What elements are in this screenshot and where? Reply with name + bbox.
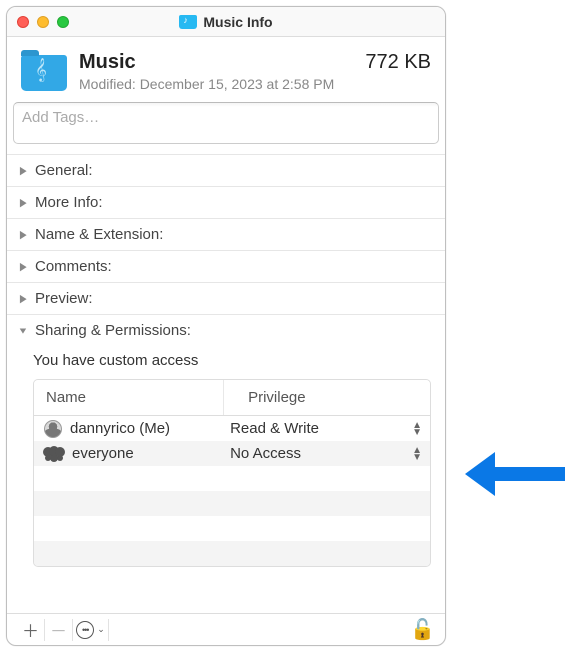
- action-menu-button[interactable]: ••• ⌄: [73, 619, 109, 641]
- traffic-lights: [17, 16, 69, 28]
- minimize-window-button[interactable]: [37, 16, 49, 28]
- zoom-window-button[interactable]: [57, 16, 69, 28]
- chevron-right-icon: [17, 293, 29, 305]
- lock-open-icon: 🔓: [410, 619, 435, 641]
- table-row[interactable]: everyone No Access: [34, 441, 430, 466]
- privilege-popup[interactable]: No Access: [224, 445, 430, 462]
- add-button[interactable]: ＋: [17, 619, 45, 641]
- updown-icon: [412, 422, 422, 436]
- folder-proxy-icon: [179, 15, 197, 29]
- music-folder-icon: [21, 55, 67, 91]
- section-label: General:: [35, 162, 93, 179]
- row-privilege: No Access: [230, 445, 301, 462]
- sections: General: More Info: Name & Extension: Co…: [7, 154, 445, 575]
- chevron-right-icon: [17, 261, 29, 273]
- close-window-button[interactable]: [17, 16, 29, 28]
- updown-icon: [412, 447, 422, 461]
- chevron-right-icon: [17, 165, 29, 177]
- table-row[interactable]: dannyrico (Me) Read & Write: [34, 416, 430, 441]
- item-modified: Modified: December 15, 2023 at 2:58 PM: [79, 76, 431, 92]
- chevron-down-icon: [17, 325, 29, 337]
- permissions-body: You have custom access Name Privilege da…: [7, 346, 445, 575]
- column-header-name[interactable]: Name: [34, 380, 224, 415]
- chevron-right-icon: [17, 197, 29, 209]
- header: Music 772 KB Modified: December 15, 2023…: [7, 37, 445, 100]
- group-icon: [44, 447, 64, 461]
- window-title: Music Info: [203, 14, 272, 30]
- section-more-info[interactable]: More Info:: [7, 186, 445, 218]
- titlebar[interactable]: Music Info: [7, 7, 445, 37]
- row-name: dannyrico (Me): [70, 420, 170, 437]
- callout-arrow: [465, 452, 565, 496]
- section-label: Preview:: [35, 290, 93, 307]
- user-icon: [44, 420, 62, 438]
- section-label: More Info:: [35, 194, 103, 211]
- info-window: Music Info Music 772 KB Modified: Decemb…: [6, 6, 446, 646]
- section-label: Name & Extension:: [35, 226, 163, 243]
- section-name-extension[interactable]: Name & Extension:: [7, 218, 445, 250]
- permissions-table: Name Privilege dannyrico (Me) Read & Wri…: [33, 379, 431, 567]
- section-sharing-permissions[interactable]: Sharing & Permissions:: [7, 314, 445, 346]
- remove-button[interactable]: －: [45, 619, 73, 641]
- row-privilege: Read & Write: [230, 420, 319, 437]
- ellipsis-icon: •••: [76, 621, 94, 639]
- column-header-privilege[interactable]: Privilege: [224, 380, 430, 415]
- privilege-popup[interactable]: Read & Write: [224, 420, 430, 437]
- table-header: Name Privilege: [34, 380, 430, 416]
- tags-input[interactable]: Add Tags…: [13, 102, 439, 144]
- table-row: [34, 466, 430, 491]
- permissions-summary: You have custom access: [33, 352, 431, 369]
- item-size: 772 KB: [365, 51, 431, 74]
- chevron-right-icon: [17, 229, 29, 241]
- table-row: [34, 491, 430, 516]
- lock-button[interactable]: 🔓: [410, 617, 435, 642]
- table-row: [34, 541, 430, 566]
- section-label: Sharing & Permissions:: [35, 322, 191, 339]
- table-row: [34, 516, 430, 541]
- section-general[interactable]: General:: [7, 154, 445, 186]
- chevron-down-icon: ⌄: [97, 624, 105, 635]
- row-name: everyone: [72, 445, 134, 462]
- footer-toolbar: ＋ － ••• ⌄ 🔓: [7, 613, 445, 645]
- item-name: Music: [79, 51, 136, 74]
- section-preview[interactable]: Preview:: [7, 282, 445, 314]
- section-label: Comments:: [35, 258, 112, 275]
- section-comments[interactable]: Comments:: [7, 250, 445, 282]
- tags-placeholder: Add Tags…: [22, 109, 99, 126]
